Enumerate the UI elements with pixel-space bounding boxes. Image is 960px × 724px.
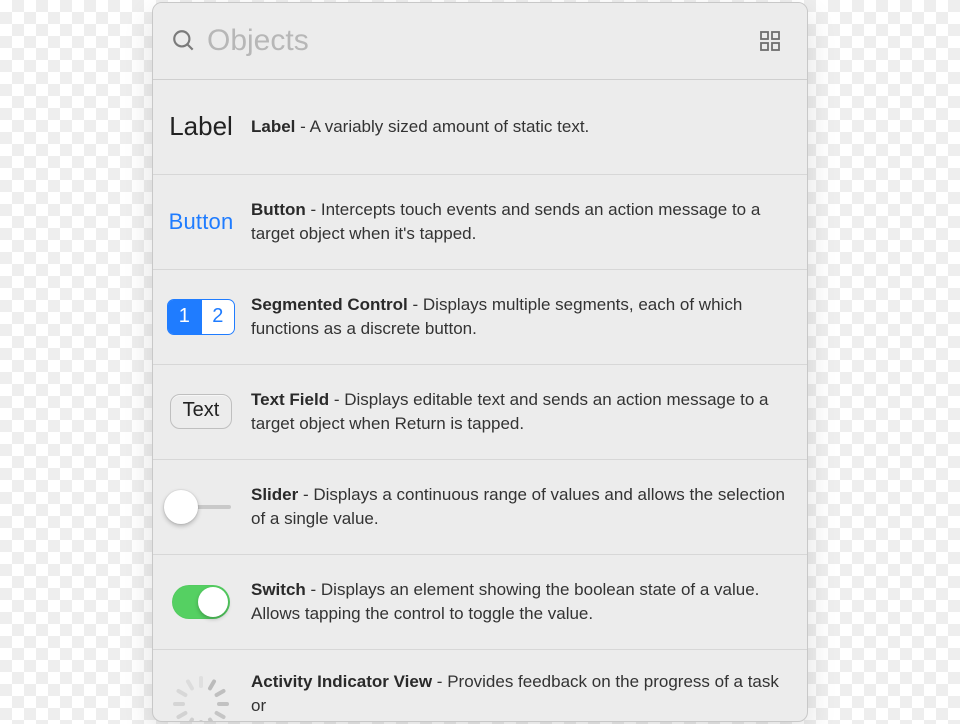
list-item[interactable]: Button Button - Intercepts touch events …	[153, 175, 807, 270]
label-icon: Label	[165, 100, 237, 154]
search-bar	[153, 3, 807, 80]
list-item-text: Segmented Control - Displays multiple se…	[251, 293, 787, 341]
segmented-control-icon: 1 2	[165, 290, 237, 344]
list-item-text: Switch - Displays an element showing the…	[251, 578, 787, 626]
list-item-text: Activity Indicator View - Provides feedb…	[251, 670, 787, 718]
activity-indicator-icon	[165, 676, 237, 706]
list-item-text: Text Field - Displays editable text and …	[251, 388, 787, 436]
search-icon	[171, 28, 197, 54]
button-icon: Button	[165, 195, 237, 249]
slider-icon	[165, 480, 237, 534]
switch-icon	[165, 575, 237, 629]
list-item[interactable]: Activity Indicator View - Provides feedb…	[153, 650, 807, 721]
list-item-text: Label - A variably sized amount of stati…	[251, 115, 787, 139]
textfield-icon: Text	[165, 385, 237, 439]
object-library-panel: Label Label - A variably sized amount of…	[152, 2, 808, 722]
search-input[interactable]	[197, 24, 755, 58]
list-item[interactable]: 1 2 Segmented Control - Displays multipl…	[153, 270, 807, 365]
grid-view-button[interactable]	[755, 26, 785, 56]
list-item-text: Slider - Displays a continuous range of …	[251, 483, 787, 531]
list-item[interactable]: Switch - Displays an element showing the…	[153, 555, 807, 650]
list-item[interactable]: Text Text Field - Displays editable text…	[153, 365, 807, 460]
list-item[interactable]: Label Label - A variably sized amount of…	[153, 80, 807, 175]
object-list: Label Label - A variably sized amount of…	[153, 80, 807, 721]
list-item[interactable]: Slider - Displays a continuous range of …	[153, 460, 807, 555]
list-item-text: Button - Intercepts touch events and sen…	[251, 198, 787, 246]
